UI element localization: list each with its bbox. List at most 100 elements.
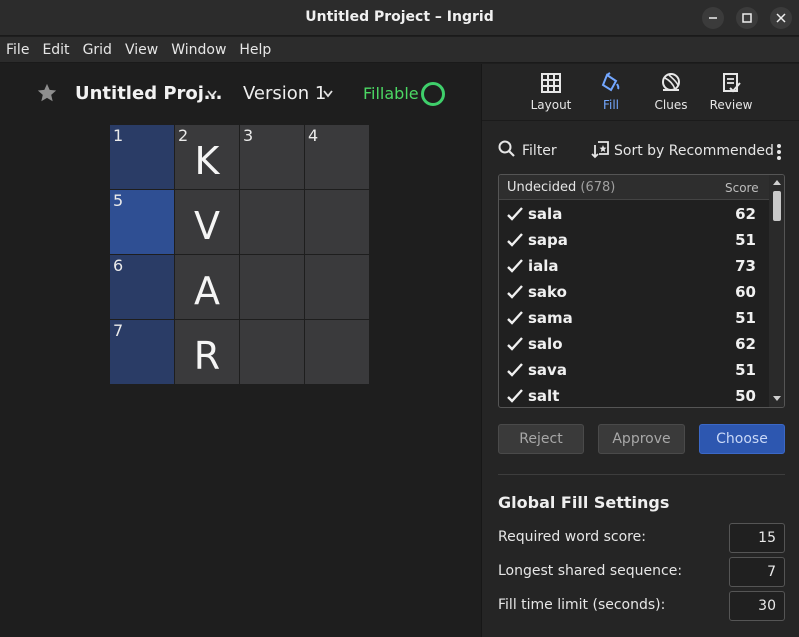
word-rows: sala 62 sapa 51 iala 73 sako 60 sama 51 salo 62 sava…	[499, 201, 769, 407]
grid-cell[interactable]: 5	[110, 190, 174, 254]
grid-cell[interactable]: V	[175, 190, 239, 254]
grid-cell[interactable]: 6	[110, 255, 174, 319]
list-item[interactable]: sako 60	[499, 279, 769, 305]
setting-fill-time-limit: Fill time limit (seconds): 30	[498, 591, 785, 621]
close-button[interactable]	[770, 7, 792, 29]
setting-label: Required word score:	[498, 529, 646, 545]
word-text: salt	[528, 387, 560, 405]
grid-cell[interactable]: 7	[110, 320, 174, 384]
fillable-indicator-icon	[421, 82, 445, 106]
project-title[interactable]: Untitled Proj…	[75, 83, 222, 104]
cell-number: 1	[113, 126, 124, 145]
approve-button[interactable]: Approve	[598, 424, 685, 454]
tab-clues[interactable]: Clues	[641, 72, 701, 112]
grid-cell[interactable]: 2K	[175, 125, 239, 189]
required-word-score-input[interactable]: 15	[729, 523, 785, 553]
grid-cell[interactable]: 3	[240, 125, 304, 189]
word-score: 51	[735, 361, 756, 379]
star-icon[interactable]	[36, 82, 58, 104]
grid-cell[interactable]	[240, 190, 304, 254]
crossword-grid[interactable]: 1 2K3 4 5 V 6 A 7 R	[110, 125, 369, 384]
list-item[interactable]: sapa 51	[499, 227, 769, 253]
grid-cell[interactable]: A	[175, 255, 239, 319]
grid-cell[interactable]: 4	[305, 125, 369, 189]
minimize-icon	[709, 17, 717, 19]
yarn-ball-icon	[662, 73, 680, 91]
grid-cell[interactable]	[240, 320, 304, 384]
checkmark-icon	[507, 259, 523, 273]
grid-cell[interactable]: 1	[110, 125, 174, 189]
cell-number: 5	[113, 191, 124, 210]
tab-fill[interactable]: Fill	[581, 72, 641, 112]
grid-cell[interactable]	[305, 190, 369, 254]
menu-grid[interactable]: Grid	[83, 42, 112, 58]
list-item[interactable]: salt 50	[499, 383, 769, 407]
maximize-button[interactable]	[736, 7, 758, 29]
minimize-button[interactable]	[702, 7, 724, 29]
list-item[interactable]: iala 73	[499, 253, 769, 279]
version-selector[interactable]: Version 1	[243, 83, 326, 104]
cell-number: 7	[113, 321, 124, 340]
menu-help[interactable]: Help	[239, 42, 271, 58]
word-score: 60	[735, 283, 756, 301]
review-checklist-icon	[723, 73, 741, 93]
menu-bar: File Edit Grid View Window Help	[0, 37, 799, 63]
chevron-down-icon[interactable]	[206, 89, 218, 99]
word-text: sala	[528, 205, 563, 223]
list-scrollbar[interactable]	[769, 175, 784, 407]
title-bar: Untitled Project – Ingrid	[0, 0, 799, 36]
cell-number: 6	[113, 256, 124, 275]
menu-file[interactable]: File	[6, 42, 29, 58]
sort-button[interactable]: Sort by Recommended	[591, 140, 774, 159]
cell-letter: K	[194, 139, 220, 183]
grid-cell[interactable]	[305, 320, 369, 384]
setting-label: Fill time limit (seconds):	[498, 597, 666, 613]
scrollbar-thumb[interactable]	[773, 191, 781, 221]
word-text: sapa	[528, 231, 568, 249]
tab-layout[interactable]: Layout	[521, 72, 581, 112]
word-candidate-list[interactable]: Undecided (678) Score sala 62 sapa 51 iala 73…	[498, 174, 785, 408]
checkmark-icon	[507, 285, 523, 299]
menu-window[interactable]: Window	[171, 42, 226, 58]
checkmark-icon	[507, 233, 523, 247]
chevron-down-icon[interactable]	[322, 89, 334, 99]
score-column-header[interactable]: Score	[725, 181, 759, 195]
filter-button[interactable]: Filter	[498, 140, 557, 159]
list-item[interactable]: sama 51	[499, 305, 769, 331]
word-text: iala	[528, 257, 559, 275]
scroll-down-icon[interactable]	[773, 396, 781, 402]
list-count: (678)	[580, 180, 616, 195]
menu-view[interactable]: View	[125, 42, 158, 58]
word-text: sava	[528, 361, 567, 379]
list-item[interactable]: sava 51	[499, 357, 769, 383]
grid-cell[interactable]	[240, 255, 304, 319]
fillable-status: Fillable	[363, 84, 419, 103]
grid-cell[interactable]	[305, 255, 369, 319]
tab-label: Review	[709, 98, 753, 112]
cell-number: 4	[308, 126, 319, 145]
scroll-up-icon[interactable]	[773, 179, 781, 185]
cell-number: 3	[243, 126, 254, 145]
tab-label: Fill	[602, 98, 620, 112]
filter-label: Filter	[522, 143, 557, 159]
setting-required-word-score: Required word score: 15	[498, 523, 785, 553]
list-item[interactable]: sala 62	[499, 201, 769, 227]
list-header-label[interactable]: Undecided (678)	[507, 180, 615, 195]
fill-time-limit-input[interactable]: 30	[729, 591, 785, 621]
word-score: 51	[735, 231, 756, 249]
setting-longest-shared-sequence: Longest shared sequence: 7	[498, 557, 785, 587]
cell-letter: A	[194, 269, 220, 313]
tab-review[interactable]: Review	[701, 72, 761, 112]
list-item[interactable]: salo 62	[499, 331, 769, 357]
checkmark-icon	[507, 337, 523, 351]
menu-edit[interactable]: Edit	[42, 42, 69, 58]
checkmark-icon	[507, 207, 523, 221]
reject-button[interactable]: Reject	[498, 424, 584, 454]
longest-shared-sequence-input[interactable]: 7	[729, 557, 785, 587]
word-score: 62	[735, 335, 756, 353]
grid-cell[interactable]: R	[175, 320, 239, 384]
more-options-icon[interactable]	[776, 144, 782, 162]
choose-button[interactable]: Choose	[699, 424, 785, 454]
mode-tabs: Layout Fill Clues Review	[482, 64, 799, 120]
tab-label: Clues	[654, 98, 688, 112]
